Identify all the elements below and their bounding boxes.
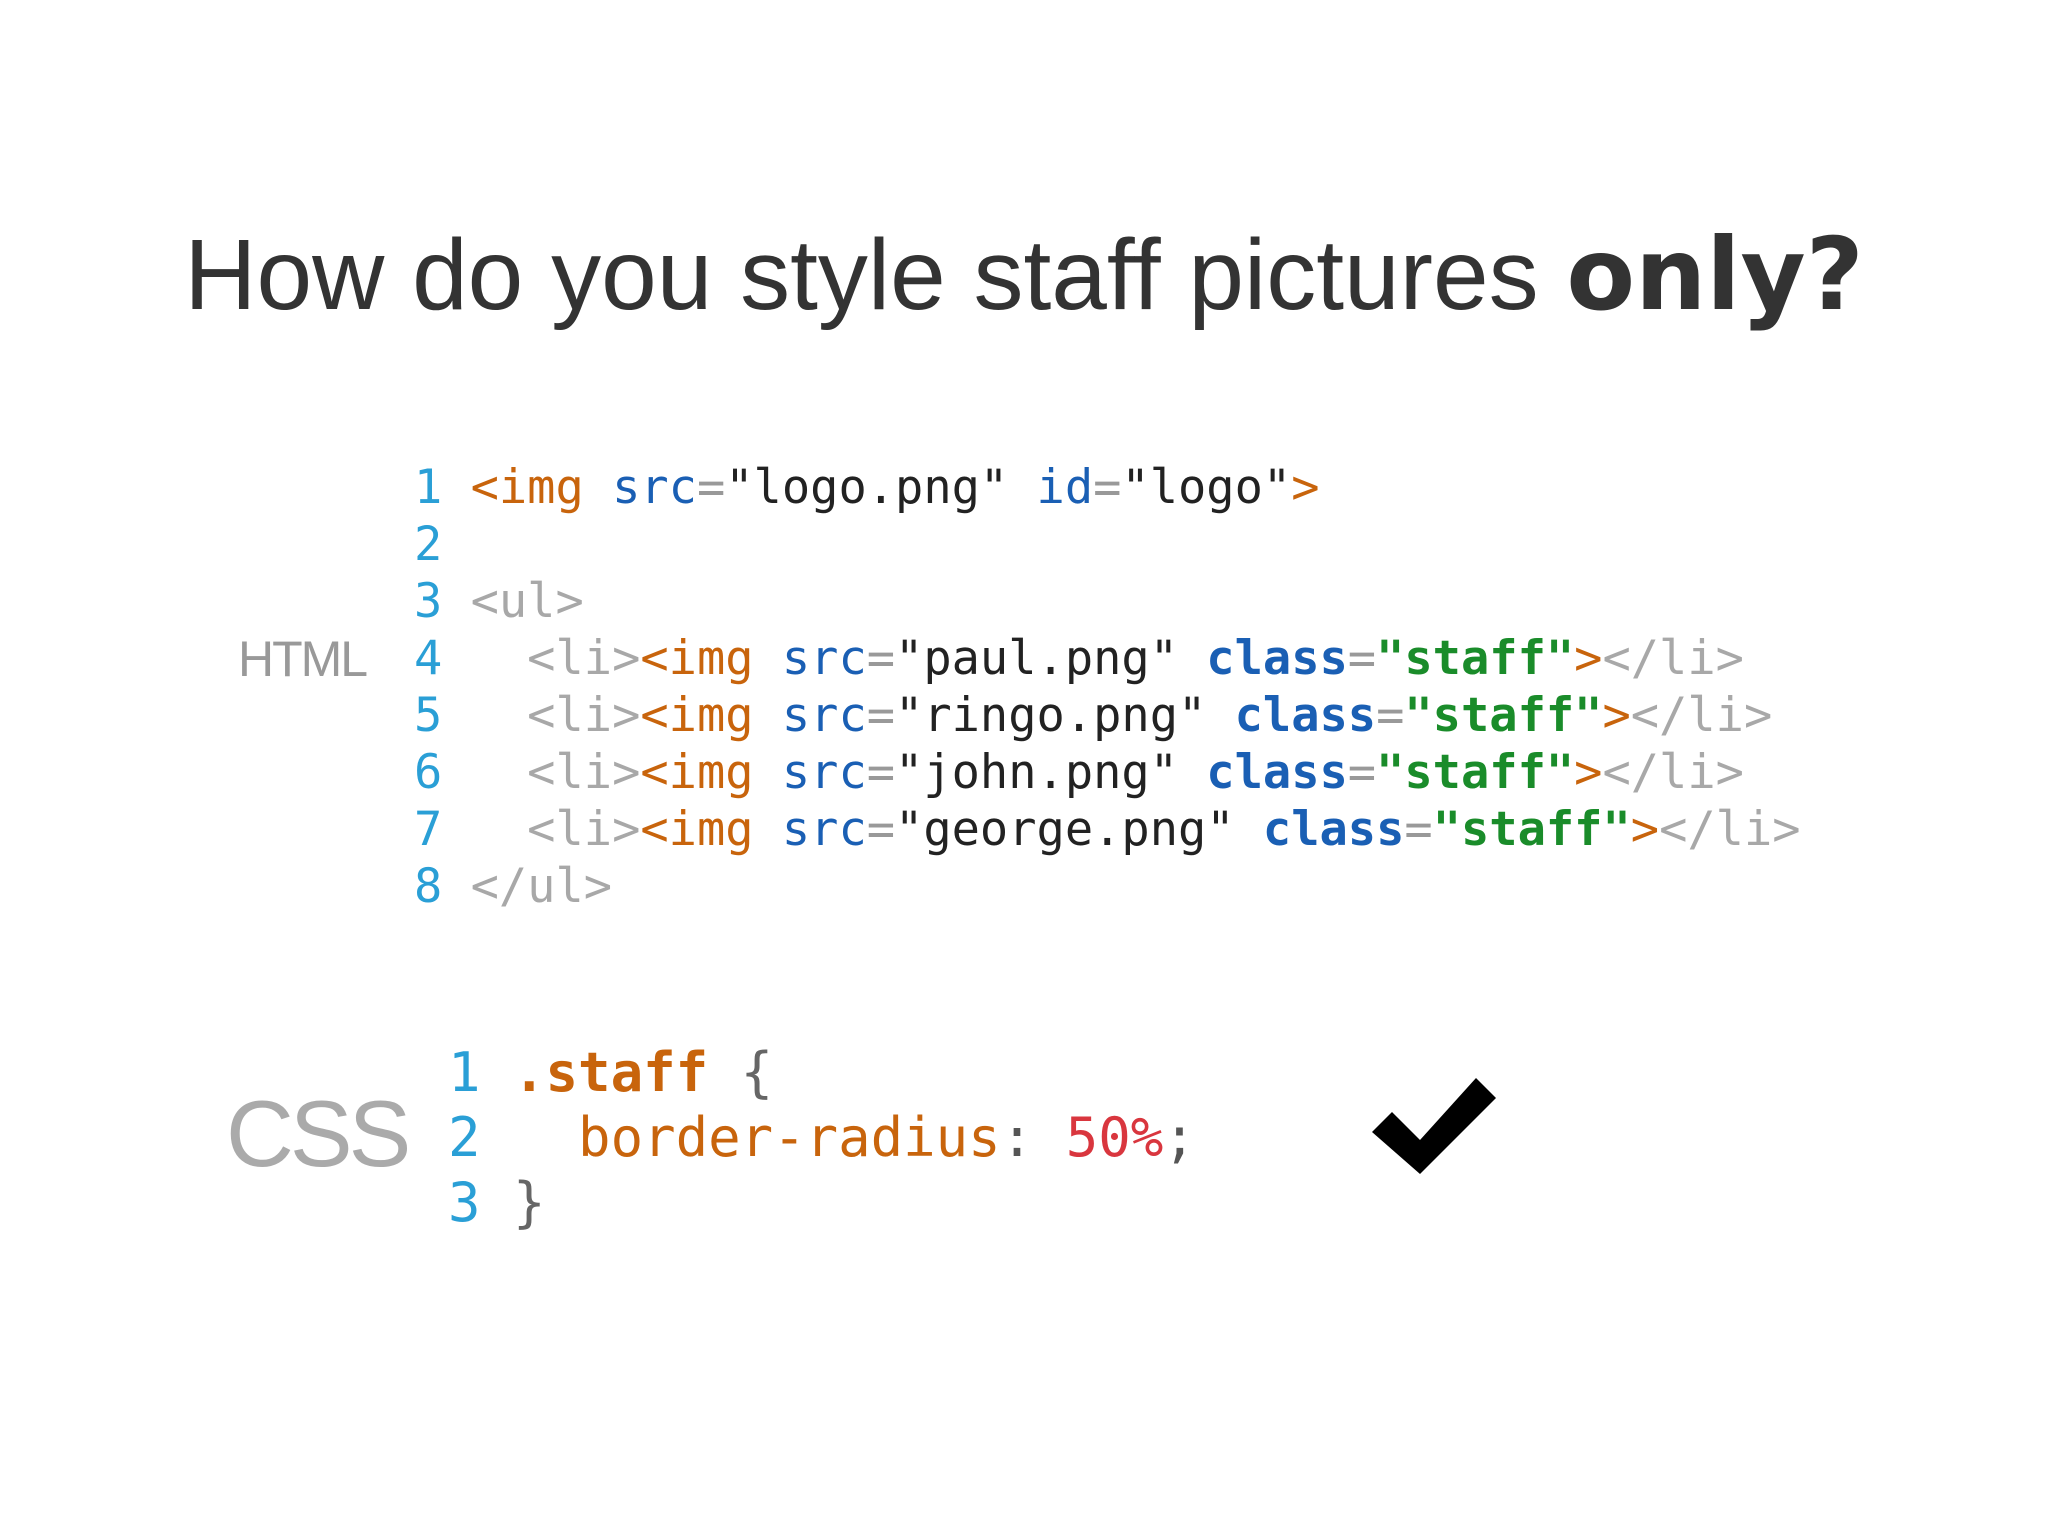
html-code-token: "staff" bbox=[1376, 631, 1575, 686]
css-code-token: 50% bbox=[1065, 1106, 1164, 1169]
html-code-token: "logo.png" bbox=[725, 460, 1009, 515]
css-code-token: } bbox=[513, 1171, 546, 1234]
css-line: 1 .staff { bbox=[448, 1040, 1196, 1105]
html-code-token: "staff" bbox=[1376, 745, 1575, 800]
html-line-number: 3 bbox=[414, 574, 443, 629]
html-code-token: <img bbox=[640, 745, 754, 800]
html-code-token: = bbox=[696, 460, 726, 515]
html-code-token: <img bbox=[640, 631, 754, 686]
html-code-token: "staff" bbox=[1404, 688, 1603, 743]
css-code-token: .staff bbox=[513, 1041, 709, 1104]
html-code-token: "ringo.png" bbox=[895, 688, 1207, 743]
html-code-token: <img bbox=[640, 688, 754, 743]
html-code-token: src bbox=[753, 631, 867, 686]
html-line-number: 1 bbox=[414, 460, 443, 515]
html-line-number: 5 bbox=[414, 688, 443, 743]
html-line: 5 <li><img src="ringo.png" class="staff"… bbox=[414, 687, 1801, 744]
html-code-token: "paul.png" bbox=[895, 631, 1179, 686]
html-code-token: > bbox=[1574, 745, 1603, 800]
html-code-token: <li> bbox=[470, 802, 641, 857]
html-code-token: > bbox=[1291, 460, 1320, 515]
html-code-token: </ul> bbox=[470, 859, 613, 914]
slide-title: How do you style staff pictures only? bbox=[0, 219, 2048, 331]
html-code-token: <li> bbox=[470, 745, 641, 800]
html-code-token: = bbox=[1347, 631, 1377, 686]
html-code-token: = bbox=[1376, 688, 1405, 743]
html-code-block: 1 <img src="logo.png" id="logo"> 2 3 <ul>… bbox=[414, 459, 1801, 915]
html-code-token: class bbox=[1206, 688, 1377, 743]
html-line: 7 <li><img src="george.png" class="staff… bbox=[414, 801, 1801, 858]
html-line-number: 8 bbox=[414, 859, 443, 914]
html-code-token: id bbox=[1008, 460, 1094, 515]
html-line: 2 bbox=[414, 516, 1801, 573]
html-line-number: 7 bbox=[414, 802, 443, 857]
html-code-token: "staff" bbox=[1432, 802, 1631, 857]
html-code-token: = bbox=[866, 802, 896, 857]
css-code-token: : bbox=[1000, 1106, 1066, 1169]
html-code-token: <img bbox=[470, 460, 584, 515]
html-code-token: > bbox=[1630, 802, 1660, 857]
html-code-token: <li> bbox=[470, 631, 641, 686]
html-line: 3 <ul> bbox=[414, 573, 1801, 630]
html-code-token: > bbox=[1602, 688, 1631, 743]
html-line: 4 <li><img src="paul.png" class="staff">… bbox=[414, 630, 1801, 687]
html-line: 1 <img src="logo.png" id="logo"> bbox=[414, 459, 1801, 516]
html-code-token: = bbox=[866, 745, 896, 800]
html-code-token: src bbox=[583, 460, 697, 515]
html-code-token: <li> bbox=[470, 688, 641, 743]
html-code-token: src bbox=[753, 745, 867, 800]
html-code-token: class bbox=[1178, 631, 1348, 686]
html-label: HTML bbox=[238, 631, 368, 687]
html-line-number: 4 bbox=[414, 631, 443, 686]
html-code-token: src bbox=[753, 802, 867, 857]
css-line: 2 border-radius: 50%; bbox=[448, 1105, 1196, 1170]
html-code-token: <img bbox=[640, 802, 754, 857]
html-code-token: </li> bbox=[1659, 802, 1801, 857]
css-code-token: border-radius bbox=[513, 1106, 1001, 1169]
css-line-number: 1 bbox=[448, 1041, 481, 1104]
checkmark-icon bbox=[1372, 1078, 1496, 1174]
html-line: 6 <li><img src="john.png" class="staff">… bbox=[414, 744, 1801, 801]
html-line-number: 2 bbox=[414, 517, 443, 572]
html-code-token: class bbox=[1234, 802, 1405, 857]
html-code-token: "john.png" bbox=[895, 745, 1179, 800]
html-code-token: > bbox=[1574, 631, 1603, 686]
html-code-token: = bbox=[1404, 802, 1433, 857]
html-code-token: </li> bbox=[1630, 688, 1773, 743]
title-regular: How do you style staff pictures bbox=[184, 219, 1567, 331]
html-code-token: = bbox=[1347, 745, 1377, 800]
html-code-token: "logo" bbox=[1121, 460, 1292, 515]
html-code-token: class bbox=[1178, 745, 1348, 800]
css-line: 3 } bbox=[448, 1170, 1196, 1235]
html-line: 8 </ul> bbox=[414, 858, 1801, 915]
css-line-number: 2 bbox=[448, 1106, 481, 1169]
html-code-token: src bbox=[753, 688, 867, 743]
html-code-token: </li> bbox=[1602, 631, 1744, 686]
css-code-block: 1 .staff {2 border-radius: 50%; 3 } bbox=[448, 1040, 1196, 1235]
css-code-token: { bbox=[708, 1041, 774, 1104]
html-code-token: = bbox=[866, 631, 896, 686]
html-code-token: <ul> bbox=[470, 574, 584, 629]
html-code-token: = bbox=[1093, 460, 1122, 515]
title-bold: only? bbox=[1566, 216, 1864, 333]
html-code-token: "george.png" bbox=[895, 802, 1235, 857]
html-line-number: 6 bbox=[414, 745, 443, 800]
css-line-number: 3 bbox=[448, 1171, 481, 1234]
html-code-token: </li> bbox=[1602, 745, 1744, 800]
css-code-token: ; bbox=[1163, 1106, 1196, 1169]
css-label: CSS bbox=[226, 1081, 411, 1186]
html-code-token: = bbox=[866, 688, 896, 743]
